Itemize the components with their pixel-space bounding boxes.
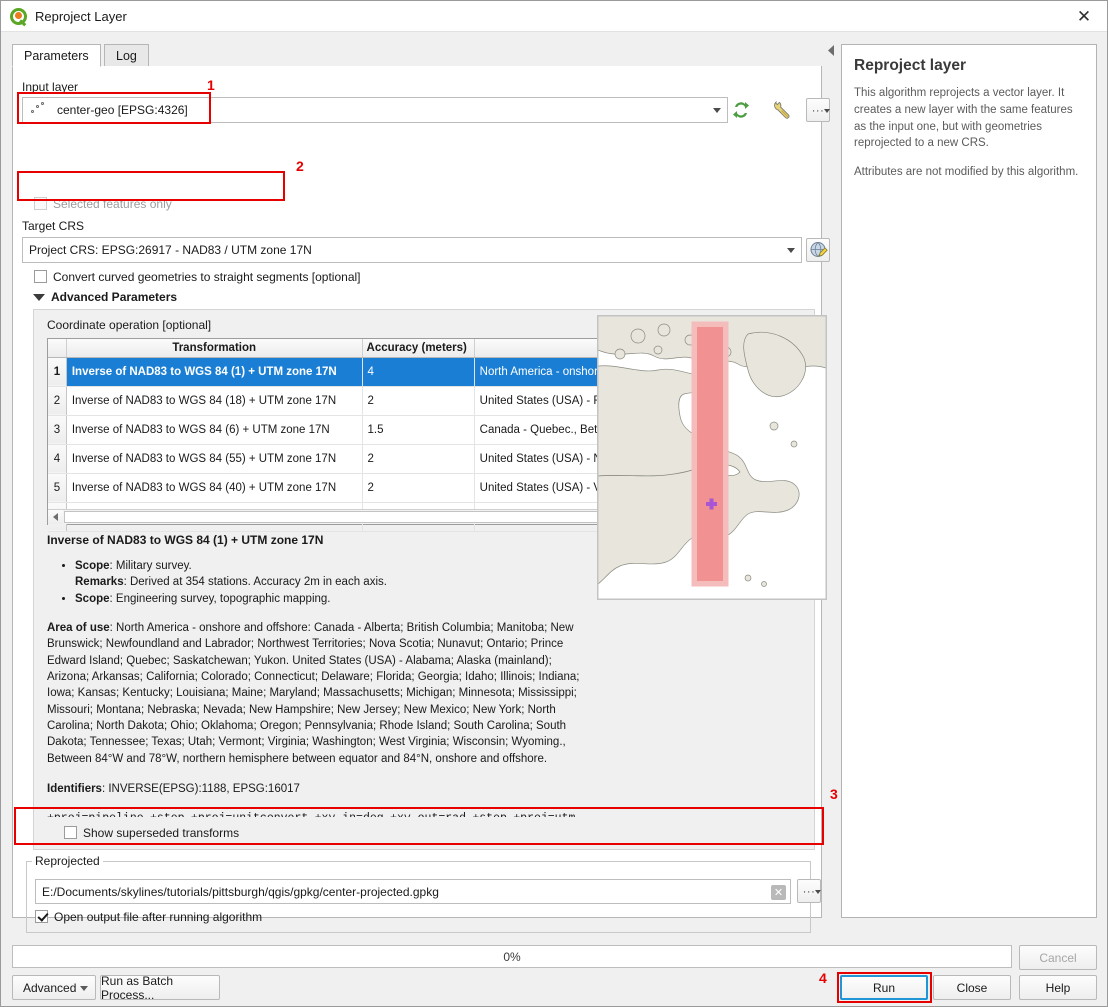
area-of-use-paragraph: Area of use: North America - onshore and… bbox=[47, 620, 590, 767]
help-button[interactable]: Help bbox=[1019, 975, 1097, 1000]
bullet-text: : Derived at 354 stations. Accuracy 2m i… bbox=[123, 576, 387, 589]
input-layer-value: center-geo [EPSG:4326] bbox=[57, 103, 188, 117]
target-crs-value: Project CRS: EPSG:26917 - NAD83 / UTM zo… bbox=[29, 243, 312, 257]
row-index: 3 bbox=[48, 415, 67, 445]
run-label: Run bbox=[872, 980, 895, 995]
chevron-down-icon bbox=[80, 986, 88, 991]
reproject-layer-dialog: Reproject Layer ✕ Parameters Log Input l… bbox=[0, 0, 1108, 1007]
output-group-label: Reprojected bbox=[32, 854, 103, 868]
crs-globe-icon[interactable] bbox=[806, 238, 830, 262]
output-browse-button[interactable]: ··· bbox=[797, 879, 821, 903]
tab-parameters-label: Parameters bbox=[24, 48, 89, 63]
advanced-parameters-label: Advanced Parameters bbox=[51, 290, 178, 304]
input-layer-browse-button[interactable]: ··· bbox=[806, 98, 830, 122]
tab-bar: Parameters Log bbox=[12, 44, 822, 67]
open-output-checkbox[interactable] bbox=[35, 910, 48, 923]
ellipsis-icon: ··· bbox=[802, 886, 821, 898]
th-transformation: Transformation bbox=[66, 339, 363, 358]
target-crs-combo[interactable]: Project CRS: EPSG:26917 - NAD83 / UTM zo… bbox=[22, 237, 802, 263]
input-layer-label: Input layer bbox=[22, 80, 79, 94]
close-icon[interactable]: ✕ bbox=[1061, 1, 1107, 32]
selected-features-only-label: Selected features only bbox=[53, 197, 172, 211]
tab-log[interactable]: Log bbox=[104, 44, 149, 67]
row-index: 2 bbox=[48, 386, 67, 416]
row-transformation: Inverse of NAD83 to WGS 84 (1) + UTM zon… bbox=[66, 357, 363, 387]
row-index: 4 bbox=[48, 444, 67, 474]
tab-log-label: Log bbox=[116, 48, 137, 63]
target-crs-label: Target CRS bbox=[22, 219, 85, 233]
row-transformation: Inverse of NAD83 to WGS 84 (55) + UTM zo… bbox=[66, 444, 363, 474]
coordinate-operation-label: Coordinate operation [optional] bbox=[47, 318, 212, 332]
advanced-label: Advanced bbox=[23, 980, 77, 995]
annotation-number-3: 3 bbox=[830, 786, 838, 802]
bullet-text: : Engineering survey, topographic mappin… bbox=[109, 592, 331, 605]
advanced-parameters-box: Coordinate operation [optional] Transfor… bbox=[33, 309, 827, 850]
ellipsis-icon: ··· bbox=[811, 105, 830, 117]
row-accuracy: 1.5 bbox=[362, 415, 475, 445]
row-transformation: Inverse of NAD83 to WGS 84 (40) + UTM zo… bbox=[66, 473, 363, 503]
help-title: Reproject layer bbox=[854, 57, 966, 74]
identifiers-label: Identifiers bbox=[47, 782, 102, 795]
annotation-number-4: 4 bbox=[819, 970, 827, 986]
area-of-use-label: Area of use bbox=[47, 622, 110, 635]
progress-bar: 0% bbox=[12, 945, 1012, 968]
advanced-parameters-toggle-icon[interactable] bbox=[33, 294, 45, 301]
close-label: Close bbox=[956, 980, 988, 995]
wrench-icon[interactable] bbox=[770, 98, 794, 122]
show-superseded-checkbox[interactable] bbox=[64, 826, 77, 839]
open-output-label: Open output file after running algorithm bbox=[54, 910, 263, 924]
output-file-value: E:/Documents/skylines/tutorials/pittsbur… bbox=[42, 884, 439, 899]
cancel-label: Cancel bbox=[1039, 950, 1077, 965]
bullet-key: Remarks bbox=[75, 576, 124, 589]
area-of-use-text: : North America - onshore and offshore: … bbox=[47, 622, 580, 765]
help-panel: Reproject layer This algorithm reproject… bbox=[841, 44, 1097, 918]
identifiers-paragraph: Identifiers: INVERSE(EPSG):1188, EPSG:16… bbox=[47, 781, 590, 797]
parameters-panel: Input layer center-geo [EPSG:4326] ··· S… bbox=[12, 66, 830, 933]
point-layer-icon bbox=[29, 101, 49, 119]
output-file-field[interactable]: E:/Documents/skylines/tutorials/pittsbur… bbox=[35, 879, 791, 904]
convert-curved-label: Convert curved geometries to straight se… bbox=[53, 270, 361, 284]
tab-parameters[interactable]: Parameters bbox=[12, 44, 101, 67]
advanced-button[interactable]: Advanced bbox=[12, 975, 96, 1000]
chevron-down-icon bbox=[707, 98, 727, 122]
proj-string: +proj=pipeline +step +proj=unitconvert +… bbox=[47, 811, 607, 817]
row-index: 1 bbox=[48, 357, 67, 387]
row-accuracy: 4 bbox=[362, 357, 475, 387]
row-transformation: Inverse of NAD83 to WGS 84 (18) + UTM zo… bbox=[66, 386, 363, 416]
convert-curved-checkbox[interactable] bbox=[34, 270, 47, 283]
help-paragraph: Attributes are not modified by this algo… bbox=[854, 166, 1079, 179]
th-index bbox=[48, 339, 67, 358]
row-index: 5 bbox=[48, 473, 67, 503]
input-layer-combo[interactable]: center-geo [EPSG:4326] bbox=[22, 97, 728, 123]
output-group: Reprojected E:/Documents/skylines/tutori… bbox=[26, 854, 821, 933]
show-superseded-label: Show superseded transforms bbox=[83, 826, 240, 840]
row-accuracy: 2 bbox=[362, 444, 475, 474]
run-button[interactable]: Run bbox=[840, 975, 928, 1000]
selected-features-only-checkbox bbox=[34, 197, 47, 210]
clear-icon[interactable]: ✕ bbox=[771, 885, 786, 900]
identifiers-text: : INVERSE(EPSG):1188, EPSG:16017 bbox=[101, 782, 300, 795]
progress-text: 0% bbox=[503, 949, 521, 964]
help-label: Help bbox=[1045, 980, 1071, 995]
chevron-down-icon bbox=[781, 238, 801, 262]
area-of-use-map bbox=[597, 315, 827, 600]
close-button[interactable]: Close bbox=[933, 975, 1011, 1000]
collapse-left-icon[interactable] bbox=[827, 45, 836, 59]
iterate-over-features-icon[interactable] bbox=[730, 99, 752, 121]
scroll-left-icon[interactable] bbox=[48, 510, 63, 524]
window-title: Reproject Layer bbox=[35, 8, 127, 24]
run-as-batch-button[interactable]: Run as Batch Process... bbox=[100, 973, 220, 1002]
row-accuracy: 2 bbox=[362, 386, 475, 416]
title-bar: Reproject Layer ✕ bbox=[1, 1, 1107, 32]
qgis-logo-icon bbox=[10, 7, 27, 26]
row-transformation: Inverse of NAD83 to WGS 84 (6) + UTM zon… bbox=[66, 415, 363, 445]
batch-label: Run as Batch Process... bbox=[101, 973, 174, 1002]
bullet-text: : Military survey. bbox=[109, 560, 192, 573]
bullet-key: Scope bbox=[75, 592, 110, 605]
row-accuracy: 2 bbox=[362, 473, 475, 503]
help-paragraph: This algorithm reprojects a vector layer… bbox=[854, 87, 1073, 150]
cancel-button: Cancel bbox=[1019, 945, 1097, 970]
bullet-key: Scope bbox=[75, 560, 110, 573]
th-accuracy: Accuracy (meters) bbox=[362, 339, 475, 358]
